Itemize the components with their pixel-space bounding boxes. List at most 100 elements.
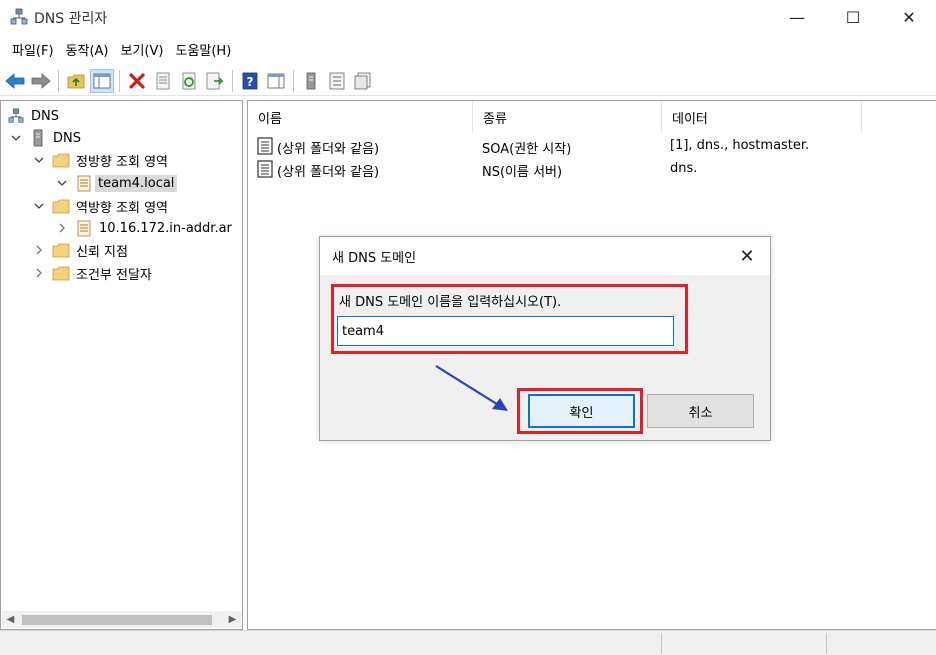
forward-button[interactable] (29, 69, 53, 93)
cancel-button[interactable]: 취소 (647, 394, 754, 428)
toolbar-separator (232, 69, 233, 92)
show-console-tree-button[interactable] (90, 68, 114, 93)
tree-item-trust-points[interactable]: 신뢰 지점 (32, 239, 128, 261)
tree-item-reverse-zones[interactable]: 역방향 조회 영역 (32, 195, 168, 217)
refresh-icon (182, 72, 196, 89)
delete-button[interactable] (125, 69, 149, 93)
record-icon (257, 160, 273, 178)
status-divider (826, 633, 827, 654)
zone-file-icon (75, 174, 93, 192)
annotation-arrow-icon (435, 365, 508, 411)
tree-item-conditional-forwarders[interactable]: 조건부 전달자 (32, 262, 152, 284)
record-type: NS(이름 서버) (482, 165, 563, 180)
record-data: dns. (670, 161, 698, 176)
table-row[interactable]: (상위 폴더와 같음) SOA(권한 시작) [1], dns., hostma… (248, 135, 908, 157)
tree-label: DNS (53, 130, 81, 146)
title-bar: DNS 관리자 — ☐ ✕ (0, 0, 936, 34)
folder-icon (52, 241, 70, 259)
tree-label: 정방향 조회 영역 (76, 154, 168, 170)
folder-icon (52, 264, 70, 282)
toolbar: ? (0, 66, 936, 96)
folder-icon (52, 151, 70, 169)
help-icon: ? (242, 72, 258, 89)
tree-item-zone-team4[interactable]: team4.local (55, 172, 178, 194)
domain-name-label: 새 DNS 도메인 이름을 입력하십시오(T). (339, 295, 562, 310)
dialog-title: 새 DNS 도메인 (332, 251, 417, 266)
chevron-right-icon[interactable] (32, 266, 46, 280)
dialog-close-button[interactable]: ✕ (734, 243, 760, 269)
tree-item-dns-root[interactable]: DNS (7, 105, 59, 127)
detail-button[interactable] (351, 69, 375, 93)
record-name: (상위 폴더와 같음) (277, 165, 380, 180)
export-icon (206, 72, 224, 89)
action-pane-icon (267, 73, 285, 88)
scroll-left-icon[interactable]: ◀ (2, 611, 19, 628)
tree-label: team4.local (95, 174, 178, 192)
chevron-right-icon[interactable] (55, 221, 69, 235)
server-button[interactable] (299, 69, 323, 93)
tree-label: 역방향 조회 영역 (76, 200, 168, 216)
tree-label: 조건부 전달자 (76, 267, 152, 283)
record-name: (상위 폴더와 같음) (277, 142, 380, 157)
column-header-data[interactable]: 데이터 (662, 101, 862, 133)
chevron-down-icon[interactable] (55, 176, 69, 190)
export-button[interactable] (203, 69, 227, 93)
tree-item-dns-server[interactable]: DNS (9, 127, 81, 149)
up-folder-icon (67, 74, 85, 88)
properties-button[interactable] (151, 69, 175, 93)
chevron-down-icon[interactable] (9, 131, 23, 145)
properties-icon (156, 72, 170, 89)
window-title: DNS 관리자 (34, 11, 108, 27)
menu-bar: 파일(F) 동작(A) 보기(V) 도움말(H) (0, 36, 936, 62)
maximize-button[interactable]: ☐ (830, 0, 876, 34)
forward-icon (31, 72, 51, 89)
status-bar (0, 630, 936, 655)
horizontal-scrollbar[interactable]: ◀ ▶ (2, 611, 241, 628)
record-type: SOA(권한 시작) (482, 142, 572, 157)
list-button[interactable] (325, 69, 349, 93)
ok-button[interactable]: 확인 (528, 394, 635, 428)
close-button[interactable]: ✕ (886, 0, 932, 34)
column-header-name[interactable]: 이름 (248, 101, 473, 133)
help-button[interactable]: ? (238, 69, 262, 93)
tree-label: DNS (31, 108, 59, 124)
refresh-button[interactable] (177, 69, 201, 93)
record-data: [1], dns., hostmaster. (670, 138, 810, 153)
record-icon (257, 137, 273, 155)
list-icon (329, 72, 345, 89)
domain-name-input[interactable] (337, 316, 674, 346)
tree-label: 신뢰 지점 (76, 244, 128, 260)
back-icon (5, 72, 25, 89)
status-divider (661, 633, 662, 654)
table-row[interactable]: (상위 폴더와 같음) NS(이름 서버) dns. (248, 158, 908, 180)
menu-action[interactable]: 동작(A) (60, 40, 115, 59)
svg-text:?: ? (247, 75, 254, 89)
toolbar-separator (293, 69, 294, 92)
tree-item-reverse-zone[interactable]: 10.16.172.in-addr.ar (55, 217, 232, 239)
menu-view[interactable]: 보기(V) (115, 40, 170, 59)
back-button[interactable] (3, 69, 27, 93)
chevron-down-icon[interactable] (32, 199, 46, 213)
chevron-down-icon[interactable] (32, 153, 46, 167)
server-icon (306, 72, 316, 89)
show-console-tree-icon (93, 73, 111, 88)
folder-icon (52, 197, 70, 215)
scrollbar-thumb[interactable] (22, 614, 212, 625)
new-dns-domain-dialog: 새 DNS 도메인 ✕ 새 DNS 도메인 이름을 입력하십시오(T). 확인 … (319, 236, 771, 441)
column-header-type[interactable]: 종류 (473, 101, 662, 133)
detail-icon (354, 72, 371, 89)
dns-manager-icon (10, 8, 28, 25)
minimize-button[interactable]: — (774, 0, 820, 34)
delete-icon (129, 72, 145, 89)
chevron-right-icon[interactable] (32, 243, 46, 257)
action-pane-button[interactable] (264, 69, 288, 93)
menu-help[interactable]: 도움말(H) (169, 40, 237, 59)
dialog-title-bar: 새 DNS 도메인 ✕ (320, 237, 770, 275)
toolbar-separator (58, 69, 59, 92)
scroll-right-icon[interactable]: ▶ (224, 611, 241, 628)
console-tree: DNS DNS 정방향 조회 영역 team4.local 역방향 조회 영역 … (0, 100, 243, 630)
tree-label: 10.16.172.in-addr.ar (99, 220, 232, 236)
up-folder-button[interactable] (64, 69, 88, 93)
tree-item-forward-zones[interactable]: 정방향 조회 영역 (32, 149, 168, 171)
menu-file[interactable]: 파일(F) (6, 40, 60, 59)
